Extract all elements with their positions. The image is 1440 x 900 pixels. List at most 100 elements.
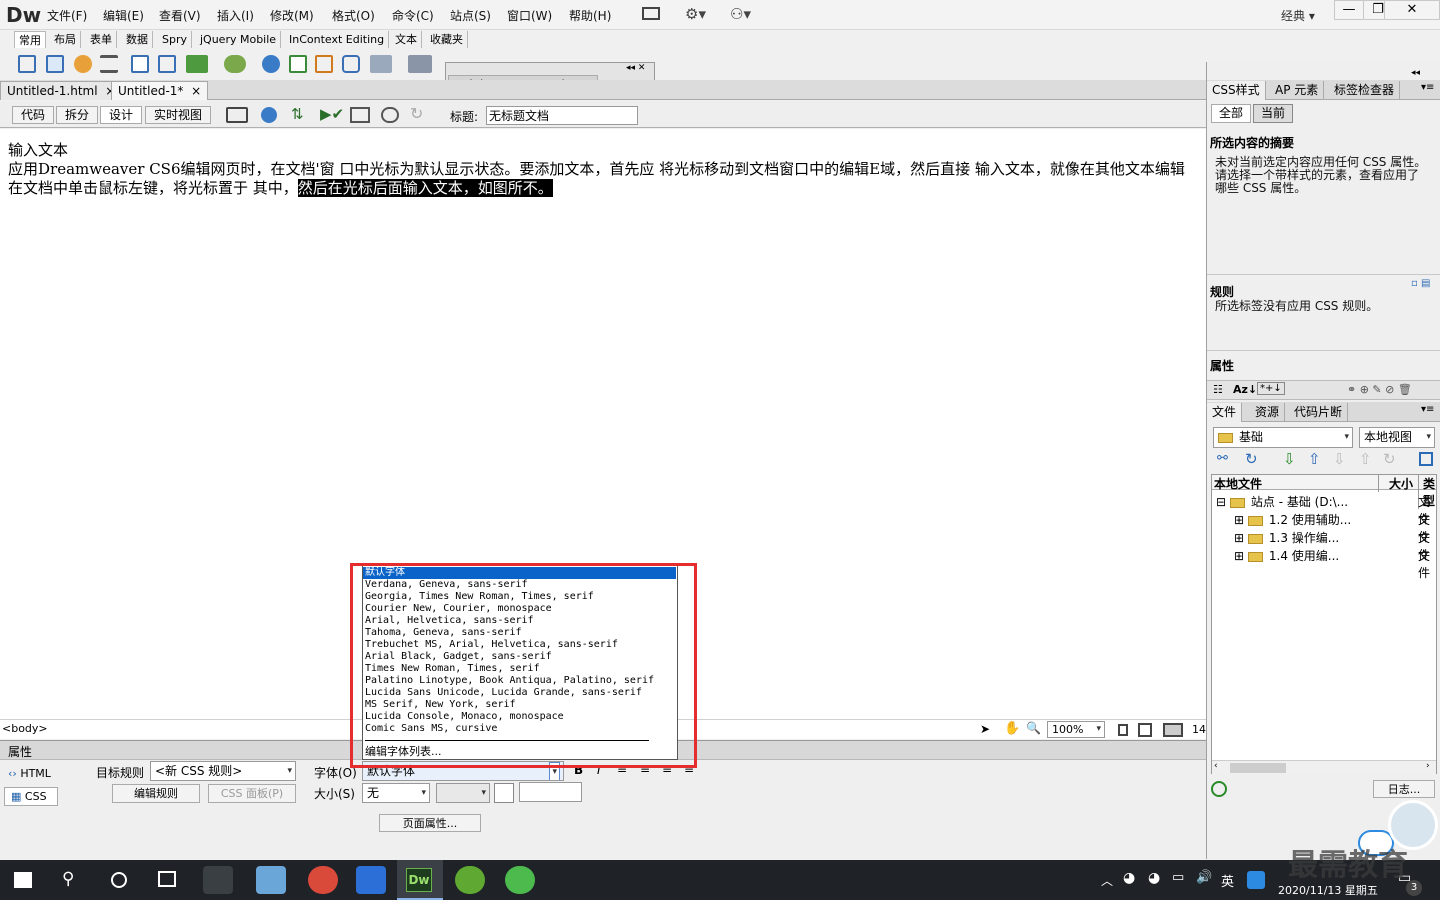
w3c-validation-icon[interactable]: ▶✔ bbox=[320, 105, 344, 123]
menu-view[interactable]: 查看(V) bbox=[159, 7, 201, 24]
sync-icon[interactable]: ↻ bbox=[1383, 450, 1396, 468]
splitter[interactable] bbox=[1207, 274, 1440, 278]
size-select[interactable]: 无 ▾ bbox=[362, 783, 430, 803]
tree-folder[interactable]: ⊞ 1.3 操作编... bbox=[1234, 529, 1339, 546]
site-icon[interactable]: ⚇▾ bbox=[730, 5, 751, 23]
menu-edit[interactable]: 编辑(E) bbox=[103, 7, 144, 24]
menu-help[interactable]: 帮助(H) bbox=[569, 7, 611, 24]
select-tool-icon[interactable]: ➤ bbox=[980, 722, 990, 736]
css-panel-button[interactable]: CSS 面板(P) bbox=[208, 784, 296, 803]
design-view-button[interactable]: 设计 bbox=[100, 106, 143, 124]
horizontal-scrollbar[interactable]: ‹ › bbox=[1212, 760, 1436, 774]
panel-action-icons[interactable]: ⚭ ⊕ ✎ ⊘ 🗑 bbox=[1347, 383, 1412, 396]
chrome-icon[interactable] bbox=[308, 866, 338, 894]
minimize-button[interactable]: — bbox=[1334, 0, 1364, 20]
expand-icon[interactable] bbox=[1419, 452, 1433, 466]
hand-tool-icon[interactable]: ✋ bbox=[1004, 721, 1020, 736]
writer-app-icon[interactable] bbox=[356, 866, 386, 894]
windows-start-icon[interactable] bbox=[14, 872, 32, 888]
tree-folder[interactable]: ⊞ 1.2 使用辅助... bbox=[1234, 511, 1351, 528]
target-rule-select[interactable]: <新 CSS 规则> ▾ bbox=[150, 761, 296, 781]
dreamweaver-taskbar-button[interactable]: Dw bbox=[397, 860, 443, 900]
visual-aids-icon[interactable] bbox=[381, 107, 399, 123]
splitter[interactable] bbox=[1207, 350, 1440, 354]
tag-selector-body[interactable]: <body> bbox=[2, 722, 48, 735]
panel-collapse-icon[interactable]: ◂◂ bbox=[1411, 68, 1420, 78]
head-icon[interactable] bbox=[370, 55, 392, 73]
tray-chevron-icon[interactable]: ︿ bbox=[1101, 872, 1113, 889]
hyperlink-icon[interactable] bbox=[18, 55, 36, 73]
workspace-switcher[interactable]: 经典 ▾ bbox=[1281, 7, 1315, 24]
zoom-select[interactable]: 100% ▾ bbox=[1047, 721, 1105, 738]
panel-menu-icon[interactable]: ▾≡ bbox=[1421, 82, 1434, 93]
refresh-icon[interactable]: ↻ bbox=[410, 104, 423, 123]
tab-css-styles[interactable]: CSS样式 bbox=[1207, 81, 1266, 100]
color-input[interactable] bbox=[519, 782, 582, 802]
hr-icon[interactable] bbox=[100, 55, 118, 73]
menu-site[interactable]: 站点(S) bbox=[450, 7, 491, 24]
qq-icon-2[interactable]: ◕ bbox=[1148, 870, 1160, 886]
menu-insert[interactable]: 插入(I) bbox=[217, 7, 254, 24]
file-management-icon[interactable]: ⇅ bbox=[291, 105, 304, 123]
doc-tab-untitled-html[interactable]: Untitled-1.html × bbox=[0, 81, 123, 100]
image-icon[interactable] bbox=[186, 55, 208, 73]
close-tab-icon[interactable]: × bbox=[191, 84, 201, 98]
split-view-button[interactable]: 拆分 bbox=[56, 106, 99, 124]
menu-file[interactable]: 文件(F) bbox=[47, 7, 87, 24]
edit-rule-button[interactable]: 编辑规则 bbox=[112, 784, 200, 803]
qq-browser-tray-icon[interactable] bbox=[1247, 871, 1265, 889]
date-icon[interactable] bbox=[262, 55, 280, 73]
col-local-files[interactable]: 本地文件 bbox=[1214, 475, 1262, 492]
panel-menu-icon[interactable]: ▾≡ bbox=[1421, 404, 1434, 415]
insert-tab-data[interactable]: 数据 bbox=[122, 31, 153, 48]
multiscreen-icon[interactable] bbox=[226, 107, 248, 123]
insert-tab-common[interactable]: 常用 bbox=[14, 31, 46, 48]
search-icon[interactable]: ⚲ bbox=[62, 869, 74, 889]
script-icon[interactable] bbox=[408, 55, 432, 73]
media-icon[interactable] bbox=[224, 55, 246, 73]
insert-tab-forms[interactable]: 表单 bbox=[86, 31, 117, 48]
scroll-thumb[interactable] bbox=[1230, 763, 1286, 773]
refresh-icon[interactable]: ↻ bbox=[1245, 450, 1258, 468]
get-files-icon[interactable]: ⇩ bbox=[1283, 450, 1296, 468]
phone-size-icon[interactable] bbox=[1118, 724, 1128, 736]
task-view-icon[interactable] bbox=[158, 871, 176, 887]
browser-app-icon[interactable] bbox=[505, 866, 535, 894]
table-icon[interactable] bbox=[131, 55, 149, 73]
live-view-button[interactable]: 实时视图 bbox=[145, 106, 212, 124]
category-view-icon[interactable]: ☷ bbox=[1213, 383, 1223, 396]
melon-app-icon[interactable] bbox=[455, 866, 485, 894]
menu-commands[interactable]: 命令(C) bbox=[392, 7, 434, 24]
color-picker[interactable] bbox=[494, 783, 514, 803]
view-select[interactable]: 本地视图 ▾ bbox=[1359, 427, 1435, 448]
size-unit-select[interactable]: ▾ bbox=[436, 783, 490, 803]
set-props-icon[interactable]: *+↓ bbox=[1257, 382, 1285, 395]
html-mode-button[interactable]: ‹› HTML bbox=[4, 765, 56, 784]
col-size[interactable]: 大小 bbox=[1378, 475, 1413, 492]
insert-tab-layout[interactable]: 布局 bbox=[50, 31, 81, 48]
scroll-right-icon[interactable]: › bbox=[1426, 761, 1430, 771]
panel-collapse-icon[interactable]: ◂◂ ✕ bbox=[626, 63, 645, 73]
put-files-icon[interactable]: ⇧ bbox=[1308, 450, 1321, 468]
scroll-left-icon[interactable]: ‹ bbox=[1214, 761, 1218, 771]
pinwheel-app-icon[interactable] bbox=[203, 866, 233, 894]
insert-tab-favorites[interactable]: 收藏夹 bbox=[426, 31, 468, 48]
connect-icon[interactable]: ⚯ bbox=[1217, 451, 1228, 466]
tab-ap-elements[interactable]: AP 元素 bbox=[1270, 81, 1325, 100]
network-icon[interactable]: ▭ bbox=[1172, 870, 1184, 885]
mode-all-button[interactable]: 全部 bbox=[1211, 104, 1251, 123]
insert-tab-spry[interactable]: Spry bbox=[158, 31, 192, 48]
page-properties-button[interactable]: 页面属性... bbox=[379, 814, 481, 832]
desktop-size-icon[interactable] bbox=[1163, 723, 1183, 737]
css-mode-button[interactable]: ▦ CSS bbox=[4, 787, 58, 806]
tablet-size-icon[interactable] bbox=[1138, 723, 1152, 737]
anchor-icon[interactable] bbox=[74, 55, 92, 73]
menu-window[interactable]: 窗口(W) bbox=[507, 7, 552, 24]
alpha-view-icon[interactable]: Az↓ bbox=[1233, 383, 1257, 396]
tab-files[interactable]: 文件 bbox=[1207, 403, 1243, 422]
cortana-icon[interactable] bbox=[111, 872, 127, 888]
preview-browser-icon[interactable] bbox=[261, 107, 277, 123]
gear-icon[interactable]: ⚙▾ bbox=[685, 5, 706, 23]
insert-tab-jquery-mobile[interactable]: jQuery Mobile bbox=[196, 31, 282, 48]
insert-tab-text[interactable]: 文本 bbox=[391, 31, 422, 48]
